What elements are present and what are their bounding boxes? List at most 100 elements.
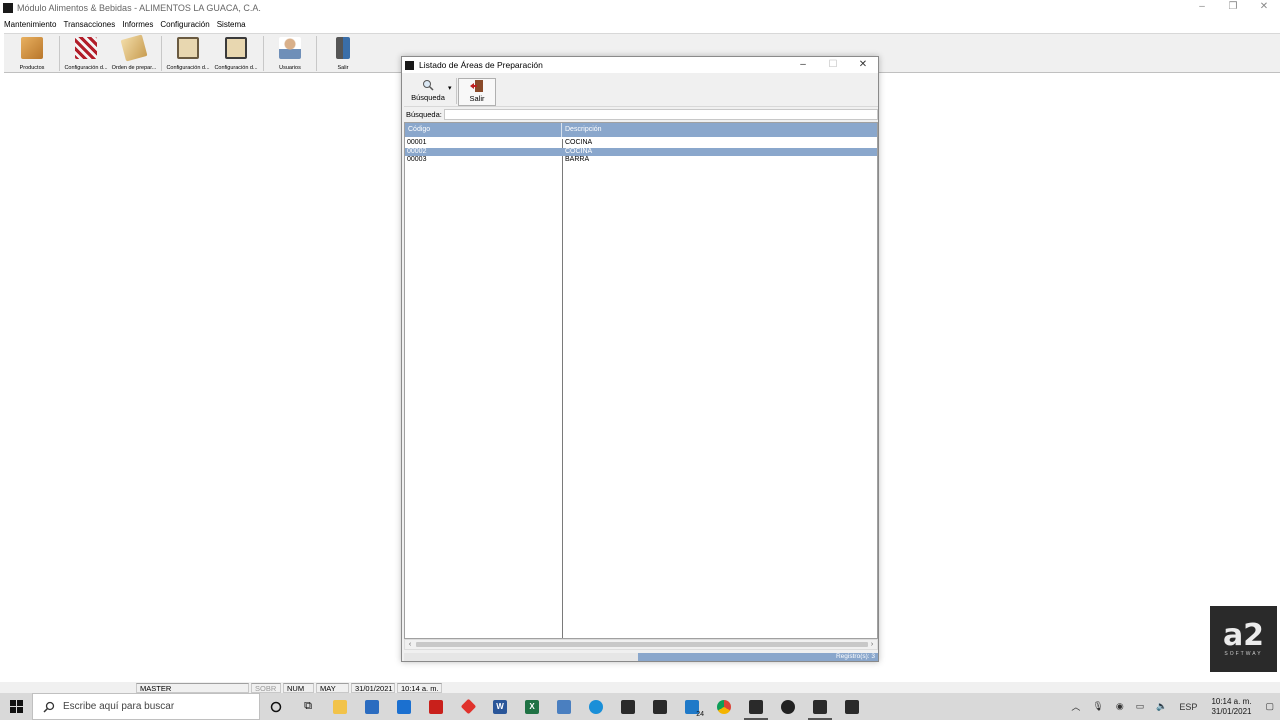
config-mesas-button[interactable]: Configuración d...	[62, 35, 110, 72]
busqueda-dropdown-icon[interactable]: ▾	[448, 84, 452, 92]
orden-preparacion-button[interactable]: Orden de prepar...	[110, 34, 158, 72]
a2-app-icon	[621, 699, 635, 714]
horizontal-scrollbar[interactable]: ‹ ›	[404, 639, 878, 650]
obs-icon	[781, 699, 795, 714]
usuarios-button[interactable]: Usuarios	[266, 35, 314, 72]
dialog-title: Listado de Áreas de Preparación	[419, 60, 543, 70]
chevron-up-icon[interactable]: ︿	[1071, 700, 1080, 713]
productos-button[interactable]: Productos	[8, 35, 56, 72]
cortana-icon	[270, 701, 282, 712]
chrome-icon	[717, 699, 731, 714]
taskbar-a2-app-4[interactable]	[836, 693, 868, 720]
dialog-titlebar: Listado de Áreas de Preparación – ☐ ✕	[402, 57, 878, 73]
clock-time: 10:14 a. m.	[1211, 696, 1252, 706]
cell-code: 00001	[407, 139, 427, 146]
status-user: MASTER	[136, 682, 249, 693]
app-titlebar: Módulo Alimentos & Bebidas - ALIMENTOS L…	[0, 0, 1280, 16]
salir-button[interactable]: Salir	[319, 35, 367, 72]
taskbar-clock[interactable]: 10:14 a. m. 31/01/2021	[1211, 697, 1251, 717]
taskbar-search[interactable]: Escribe aquí para buscar	[32, 693, 260, 720]
config-screen-2-button[interactable]: Configuración d...	[212, 35, 260, 72]
excel-icon: X	[525, 699, 539, 714]
status-num: NUM	[283, 682, 314, 693]
taskbar-a2-app-1[interactable]	[612, 693, 644, 720]
start-button[interactable]	[0, 693, 32, 720]
salir-dialog-button[interactable]: Salir	[458, 78, 496, 106]
scroll-right-icon[interactable]: ›	[867, 640, 877, 649]
folder-icon	[333, 699, 347, 714]
grid-body: 00001 COCINA 00002 COCINA 00003 BARRA	[405, 139, 877, 638]
dialog-close-button[interactable]: ✕	[848, 57, 878, 73]
taskbar-a2-active[interactable]	[740, 693, 772, 720]
table-row-selected[interactable]: 00002 COCINA	[405, 147, 877, 156]
column-header-descripcion[interactable]: Descripción	[562, 123, 877, 137]
exit-icon	[336, 37, 350, 59]
column-header-codigo[interactable]: Código	[405, 123, 562, 137]
status-may: MAY	[316, 682, 349, 693]
app-statusbar: MASTER SOBR NUM MAY 31/01/2021 10:14 a. …	[0, 682, 1280, 693]
taskbar-obs[interactable]	[772, 693, 804, 720]
clock-date: 31/01/2021	[1211, 706, 1252, 716]
menu-informes[interactable]: Informes	[122, 20, 153, 29]
cortana-button[interactable]	[260, 693, 292, 720]
menu-sistema[interactable]: Sistema	[217, 20, 246, 29]
microphone-icon[interactable]: 🎙	[1092, 701, 1103, 712]
config-screen-icon	[177, 37, 199, 59]
taskbar-mail[interactable]	[388, 693, 420, 720]
menubar: Mantenimiento Transacciones Informes Con…	[0, 17, 1280, 31]
antivirus-icon[interactable]: ◉	[1116, 701, 1124, 712]
config-screen-1-button[interactable]: Configuración d...	[164, 35, 212, 72]
taskbar-acrobat[interactable]	[420, 693, 452, 720]
dialog-statusbar: Registro(s): 3	[404, 653, 878, 661]
table-row[interactable]: 00003 BARRA	[405, 156, 877, 165]
taskbar-word[interactable]: W	[484, 693, 516, 720]
task-view-button[interactable]: ⧉	[292, 693, 324, 720]
cell-code: 00002	[407, 147, 427, 155]
taskbar-badge: 24	[696, 711, 704, 718]
store-icon	[365, 699, 379, 714]
config-screen-icon	[225, 37, 247, 59]
minimize-button[interactable]: –	[1186, 0, 1218, 16]
menu-mantenimiento[interactable]: Mantenimiento	[4, 20, 56, 29]
cell-description: BARRA	[565, 156, 590, 163]
mail-icon	[397, 699, 411, 714]
search-input[interactable]	[444, 108, 878, 120]
cell-description: COCINA	[565, 139, 593, 146]
status-sobr: SOBR	[251, 682, 281, 693]
taskbar-a2-app-2[interactable]	[644, 693, 676, 720]
taskbar-anydesk[interactable]	[452, 693, 484, 720]
taskbar-search-placeholder: Escribe aquí para buscar	[63, 701, 175, 712]
dialog-maximize-button[interactable]: ☐	[818, 57, 848, 73]
taskbar-chrome[interactable]	[708, 693, 740, 720]
menu-transacciones[interactable]: Transacciones	[63, 20, 115, 29]
taskbar-edge[interactable]	[580, 693, 612, 720]
language-indicator[interactable]: ESP	[1179, 702, 1197, 712]
notifications-icon[interactable]: ▢	[1265, 701, 1274, 712]
menu-configuracion[interactable]: Configuración	[160, 20, 209, 29]
restore-button[interactable]: ❐	[1217, 0, 1249, 16]
box-icon	[21, 37, 43, 59]
taskbar-a2-app-3[interactable]	[804, 693, 836, 720]
volume-icon[interactable]: 🔈	[1156, 701, 1167, 712]
status-date: 31/01/2021	[351, 682, 395, 693]
anydesk-icon	[460, 698, 476, 715]
areas-dialog: Listado de Áreas de Preparación – ☐ ✕ Bú…	[401, 56, 879, 662]
taskbar-file-explorer[interactable]	[324, 693, 356, 720]
dialog-minimize-button[interactable]: –	[788, 57, 818, 73]
taskbar-calculator[interactable]	[548, 693, 580, 720]
scroll-left-icon[interactable]: ‹	[405, 640, 415, 649]
table-row[interactable]: 00001 COCINA	[405, 139, 877, 148]
word-icon: W	[493, 699, 507, 714]
pdf-icon	[429, 699, 443, 714]
network-icon[interactable]: ▭	[1136, 701, 1145, 712]
taskbar-excel[interactable]: X	[516, 693, 548, 720]
close-button[interactable]: ✕	[1248, 0, 1280, 16]
app-title: Módulo Alimentos & Bebidas - ALIMENTOS L…	[17, 3, 261, 13]
taskbar-store[interactable]	[356, 693, 388, 720]
exit-icon	[470, 79, 484, 93]
busqueda-button[interactable]: Búsqueda	[406, 78, 450, 106]
scroll-thumb[interactable]	[416, 642, 868, 647]
taskbar-badged-app[interactable]: 24	[676, 693, 708, 720]
brand-logo: a2 SOFTWAY	[1210, 606, 1277, 672]
cell-code: 00003	[407, 156, 427, 163]
